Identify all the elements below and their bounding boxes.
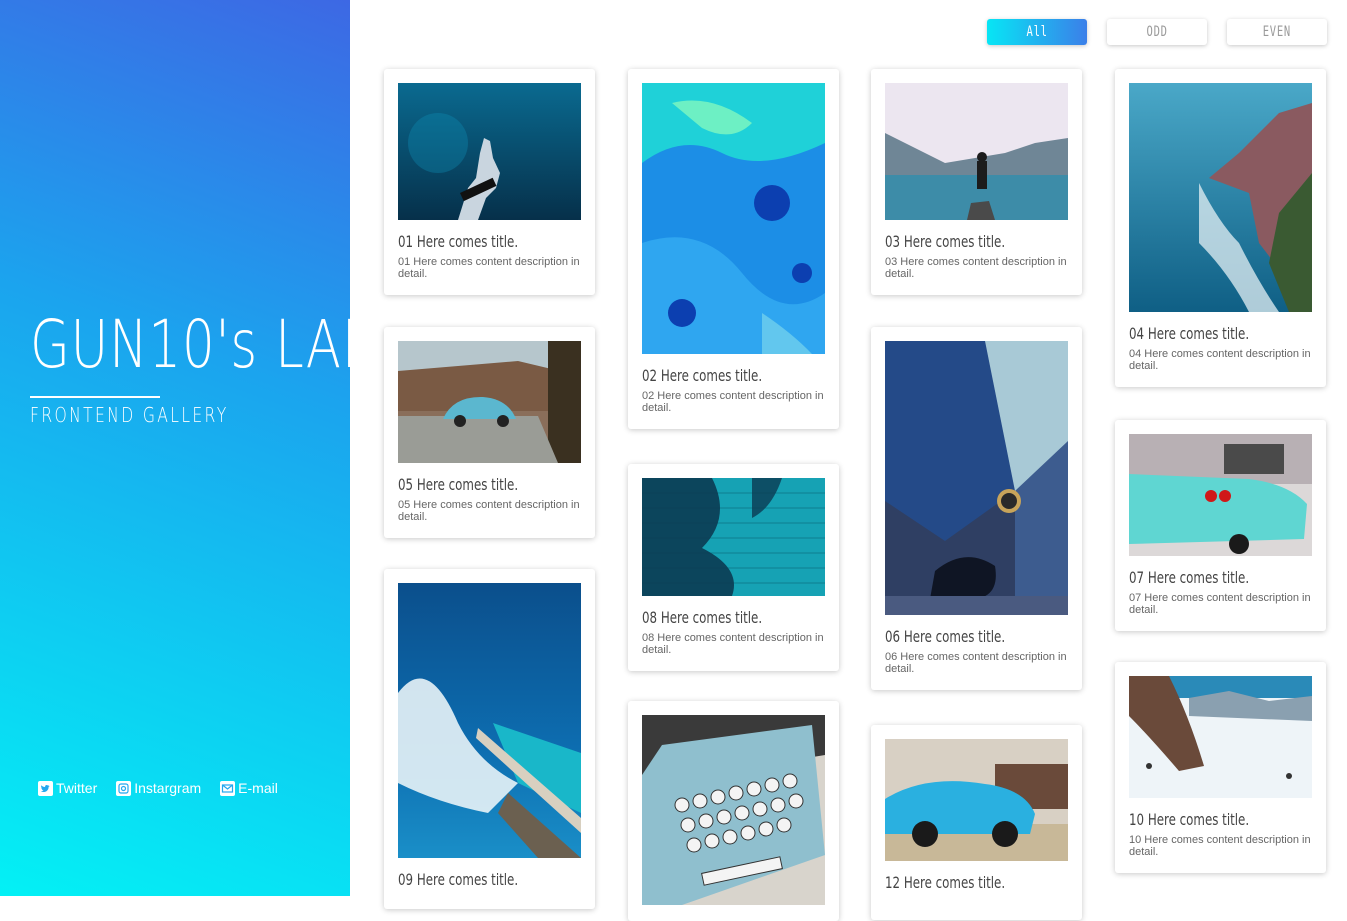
twitter-icon: [38, 780, 53, 796]
card-title: 06 Here comes title.: [885, 627, 1006, 646]
gallery-card-06[interactable]: 06 Here comes title. 06 Here comes conte…: [871, 327, 1082, 690]
card-title: 01 Here comes title.: [398, 232, 519, 251]
gallery-card-01[interactable]: 01 Here comes title. 01 Here comes conte…: [384, 69, 595, 295]
brand-divider: [30, 396, 160, 398]
email-icon: [220, 780, 236, 796]
gallery-card-07[interactable]: 07 Here comes title. 07 Here comes conte…: [1115, 420, 1326, 631]
social-links: Twitter Instargram E-mail: [38, 779, 278, 797]
card-title: 07 Here comes title.: [1129, 568, 1250, 587]
card-title: 09 Here comes title.: [398, 870, 519, 889]
card-description: 02 Here comes content description in det…: [642, 390, 824, 414]
filter-odd-label: ODD: [1146, 24, 1168, 40]
blue-beetle-car-photo: [398, 341, 581, 463]
gallery-card-03[interactable]: 03 Here comes title. 03 Here comes conte…: [871, 69, 1082, 295]
card-description: 10 Here comes content description in det…: [1129, 834, 1311, 858]
instagram-label: Instargram: [134, 780, 202, 796]
brand-title: GUN10's LAB: [30, 306, 377, 383]
email-link[interactable]: E-mail: [220, 779, 278, 797]
instagram-icon: [116, 780, 132, 796]
sidebar: GUN10's LAB FRONTEND GALLERY Twitter Ins…: [0, 0, 376, 896]
twitter-link[interactable]: Twitter: [38, 779, 97, 797]
man-by-mountain-lake-photo: [885, 83, 1068, 220]
gallery-card-08[interactable]: 08 Here comes title. 08 Here comes conte…: [628, 464, 839, 671]
card-title: 05 Here comes title.: [398, 475, 519, 494]
filter-even-button[interactable]: EVEN: [1227, 19, 1327, 45]
card-description: 08 Here comes content description in det…: [642, 632, 824, 656]
card-description: 04 Here comes content description in det…: [1129, 348, 1311, 372]
filter-all-label: All: [1026, 24, 1048, 40]
man-tying-shoe-photo: [885, 341, 1068, 615]
filter-even-label: EVEN: [1262, 24, 1292, 40]
card-title: 10 Here comes title.: [1129, 810, 1250, 829]
instagram-link[interactable]: Instargram: [116, 779, 201, 797]
card-description: 01 Here comes content description in det…: [398, 256, 580, 280]
brand-subtitle: FRONTEND GALLERY: [30, 403, 229, 427]
snowy-mountain-slope-photo: [1129, 676, 1312, 798]
blue-typewriter-photo: [642, 715, 825, 905]
gallery-card-09[interactable]: 09 Here comes title.: [384, 569, 595, 909]
email-label: E-mail: [238, 780, 278, 796]
card-title: 04 Here comes title.: [1129, 324, 1250, 343]
vintage-teal-car-photo: [1129, 434, 1312, 556]
card-title: 12 Here comes title.: [885, 873, 1006, 892]
card-description: 07 Here comes content description in det…: [1129, 592, 1311, 616]
twitter-label: Twitter: [56, 780, 98, 796]
gallery-card-05[interactable]: 05 Here comes title. 05 Here comes conte…: [384, 327, 595, 538]
filter-all-button[interactable]: All: [987, 19, 1087, 45]
card-description: 06 Here comes content description in det…: [885, 651, 1067, 675]
card-title: 03 Here comes title.: [885, 232, 1006, 251]
gallery-card-11[interactable]: [628, 701, 839, 921]
gallery-card-02[interactable]: 02 Here comes title. 02 Here comes conte…: [628, 69, 839, 429]
brick-wall-shadow-photo: [642, 478, 825, 596]
card-description: 05 Here comes content description in det…: [398, 499, 580, 523]
gallery-card-12[interactable]: 12 Here comes title.: [871, 725, 1082, 920]
blue-sports-car-photo: [885, 739, 1068, 861]
coastal-cliffs-photo: [1129, 83, 1312, 312]
gallery-card-04[interactable]: 04 Here comes title. 04 Here comes conte…: [1115, 69, 1326, 387]
hand-underwater-photo: [398, 83, 581, 220]
ocean-pool-wave-photo: [398, 583, 581, 858]
blue-marble-abstract-photo: [642, 83, 825, 354]
card-title: 02 Here comes title.: [642, 366, 763, 385]
gallery-card-10[interactable]: 10 Here comes title. 10 Here comes conte…: [1115, 662, 1326, 873]
filter-odd-button[interactable]: ODD: [1107, 19, 1207, 45]
card-description: 03 Here comes content description in det…: [885, 256, 1067, 280]
card-title: 08 Here comes title.: [642, 608, 763, 627]
